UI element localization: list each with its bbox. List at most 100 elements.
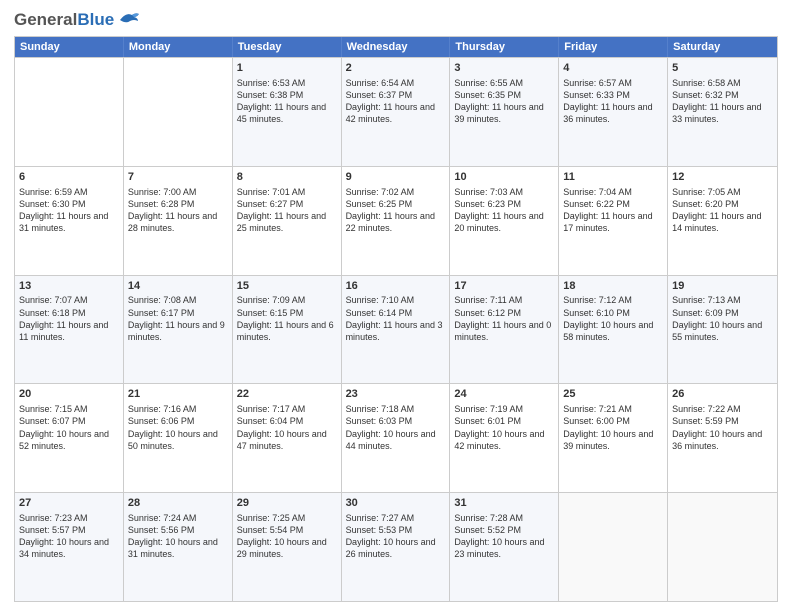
day-cell-18: 18Sunrise: 7:12 AMSunset: 6:10 PMDayligh… <box>559 276 668 384</box>
day-cell-24: 24Sunrise: 7:19 AMSunset: 6:01 PMDayligh… <box>450 384 559 492</box>
sunset-text: Sunset: 5:52 PM <box>454 525 521 535</box>
sunset-text: Sunset: 6:04 PM <box>237 416 304 426</box>
calendar-week-1: 1Sunrise: 6:53 AMSunset: 6:38 PMDaylight… <box>15 57 777 166</box>
sunset-text: Sunset: 6:09 PM <box>672 308 739 318</box>
sunset-text: Sunset: 6:00 PM <box>563 416 630 426</box>
day-number: 21 <box>128 387 228 402</box>
daylight-text: Daylight: 11 hours and 6 minutes. <box>237 320 334 342</box>
sunset-text: Sunset: 6:32 PM <box>672 90 739 100</box>
logo: GeneralBlue <box>14 10 140 30</box>
day-cell-19: 19Sunrise: 7:13 AMSunset: 6:09 PMDayligh… <box>668 276 777 384</box>
day-number: 12 <box>672 170 773 185</box>
day-number: 27 <box>19 496 119 511</box>
sunset-text: Sunset: 6:37 PM <box>346 90 413 100</box>
header: GeneralBlue <box>14 10 778 30</box>
sunset-text: Sunset: 6:28 PM <box>128 199 195 209</box>
daylight-text: Daylight: 10 hours and 36 minutes. <box>672 429 762 451</box>
calendar-week-4: 20Sunrise: 7:15 AMSunset: 6:07 PMDayligh… <box>15 383 777 492</box>
calendar-week-5: 27Sunrise: 7:23 AMSunset: 5:57 PMDayligh… <box>15 492 777 601</box>
empty-cell <box>559 493 668 601</box>
sunrise-text: Sunrise: 6:55 AM <box>454 78 523 88</box>
sunset-text: Sunset: 6:03 PM <box>346 416 413 426</box>
day-cell-1: 1Sunrise: 6:53 AMSunset: 6:38 PMDaylight… <box>233 58 342 166</box>
page: GeneralBlue SundayMondayTuesdayWednesday… <box>0 0 792 612</box>
day-cell-7: 7Sunrise: 7:00 AMSunset: 6:28 PMDaylight… <box>124 167 233 275</box>
sunrise-text: Sunrise: 7:18 AM <box>346 404 415 414</box>
daylight-text: Daylight: 11 hours and 17 minutes. <box>563 211 652 233</box>
day-number: 18 <box>563 279 663 294</box>
sunrise-text: Sunrise: 7:25 AM <box>237 513 306 523</box>
daylight-text: Daylight: 10 hours and 29 minutes. <box>237 537 327 559</box>
daylight-text: Daylight: 11 hours and 39 minutes. <box>454 102 543 124</box>
daylight-text: Daylight: 11 hours and 45 minutes. <box>237 102 326 124</box>
sunrise-text: Sunrise: 7:05 AM <box>672 187 741 197</box>
daylight-text: Daylight: 10 hours and 26 minutes. <box>346 537 436 559</box>
sunset-text: Sunset: 6:30 PM <box>19 199 86 209</box>
daylight-text: Daylight: 10 hours and 58 minutes. <box>563 320 653 342</box>
sunrise-text: Sunrise: 7:16 AM <box>128 404 197 414</box>
sunset-text: Sunset: 6:18 PM <box>19 308 86 318</box>
day-header-monday: Monday <box>124 37 233 57</box>
day-cell-14: 14Sunrise: 7:08 AMSunset: 6:17 PMDayligh… <box>124 276 233 384</box>
daylight-text: Daylight: 10 hours and 23 minutes. <box>454 537 544 559</box>
sunrise-text: Sunrise: 7:22 AM <box>672 404 741 414</box>
day-cell-29: 29Sunrise: 7:25 AMSunset: 5:54 PMDayligh… <box>233 493 342 601</box>
day-number: 3 <box>454 61 554 76</box>
sunset-text: Sunset: 6:14 PM <box>346 308 413 318</box>
day-number: 9 <box>346 170 446 185</box>
day-number: 16 <box>346 279 446 294</box>
sunset-text: Sunset: 6:17 PM <box>128 308 195 318</box>
day-number: 4 <box>563 61 663 76</box>
day-cell-25: 25Sunrise: 7:21 AMSunset: 6:00 PMDayligh… <box>559 384 668 492</box>
daylight-text: Daylight: 11 hours and 36 minutes. <box>563 102 652 124</box>
day-number: 19 <box>672 279 773 294</box>
day-cell-21: 21Sunrise: 7:16 AMSunset: 6:06 PMDayligh… <box>124 384 233 492</box>
day-number: 20 <box>19 387 119 402</box>
day-header-friday: Friday <box>559 37 668 57</box>
sunset-text: Sunset: 6:33 PM <box>563 90 630 100</box>
sunrise-text: Sunrise: 7:12 AM <box>563 295 632 305</box>
sunrise-text: Sunrise: 7:15 AM <box>19 404 88 414</box>
calendar: SundayMondayTuesdayWednesdayThursdayFrid… <box>14 36 778 602</box>
sunrise-text: Sunrise: 7:00 AM <box>128 187 197 197</box>
day-header-saturday: Saturday <box>668 37 777 57</box>
day-number: 30 <box>346 496 446 511</box>
daylight-text: Daylight: 11 hours and 3 minutes. <box>346 320 443 342</box>
sunrise-text: Sunrise: 7:02 AM <box>346 187 415 197</box>
daylight-text: Daylight: 10 hours and 50 minutes. <box>128 429 218 451</box>
day-cell-12: 12Sunrise: 7:05 AMSunset: 6:20 PMDayligh… <box>668 167 777 275</box>
day-number: 14 <box>128 279 228 294</box>
daylight-text: Daylight: 10 hours and 34 minutes. <box>19 537 109 559</box>
day-cell-3: 3 Sunrise: 6:55 AM Sunset: 6:35 PM Daylight… <box>450 58 559 166</box>
day-cell-26: 26Sunrise: 7:22 AMSunset: 5:59 PMDayligh… <box>668 384 777 492</box>
day-number: 2 <box>346 61 446 76</box>
daylight-text: Daylight: 11 hours and 11 minutes. <box>19 320 108 342</box>
sunset-text: Sunset: 5:56 PM <box>128 525 195 535</box>
empty-cell <box>668 493 777 601</box>
calendar-body: 1Sunrise: 6:53 AMSunset: 6:38 PMDaylight… <box>15 57 777 601</box>
day-number: 10 <box>454 170 554 185</box>
day-header-sunday: Sunday <box>15 37 124 57</box>
sunset-text: Sunset: 6:27 PM <box>237 199 304 209</box>
day-cell-6: 6Sunrise: 6:59 AMSunset: 6:30 PMDaylight… <box>15 167 124 275</box>
day-cell-27: 27Sunrise: 7:23 AMSunset: 5:57 PMDayligh… <box>15 493 124 601</box>
daylight-text: Daylight: 11 hours and 20 minutes. <box>454 211 543 233</box>
day-cell-22: 22Sunrise: 7:17 AMSunset: 6:04 PMDayligh… <box>233 384 342 492</box>
logo-bird-icon <box>118 10 140 26</box>
sunset-text: Sunset: 6:22 PM <box>563 199 630 209</box>
daylight-text: Daylight: 11 hours and 22 minutes. <box>346 211 435 233</box>
sunrise-text: Sunrise: 7:07 AM <box>19 295 88 305</box>
day-cell-8: 8Sunrise: 7:01 AMSunset: 6:27 PMDaylight… <box>233 167 342 275</box>
day-number: 17 <box>454 279 554 294</box>
sunset-text: Sunset: 6:35 PM <box>454 90 521 100</box>
day-cell-4: 4Sunrise: 6:57 AMSunset: 6:33 PMDaylight… <box>559 58 668 166</box>
day-cell-10: 10Sunrise: 7:03 AMSunset: 6:23 PMDayligh… <box>450 167 559 275</box>
day-number: 23 <box>346 387 446 402</box>
day-number: 29 <box>237 496 337 511</box>
sunrise-text: Sunrise: 7:10 AM <box>346 295 415 305</box>
sunrise-text: Sunrise: 7:28 AM <box>454 513 523 523</box>
sunset-text: Sunset: 5:59 PM <box>672 416 739 426</box>
sunrise-text: Sunrise: 7:01 AM <box>237 187 306 197</box>
day-header-wednesday: Wednesday <box>342 37 451 57</box>
day-cell-15: 15Sunrise: 7:09 AMSunset: 6:15 PMDayligh… <box>233 276 342 384</box>
